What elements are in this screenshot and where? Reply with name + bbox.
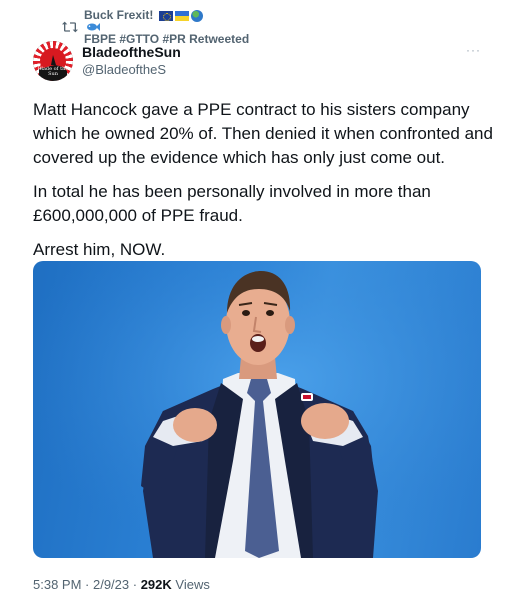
tweet-date[interactable]: 2/9/23 — [93, 577, 129, 592]
right-hand — [301, 403, 349, 439]
tweet-paragraph: Matt Hancock gave a PPE contract to his … — [33, 100, 493, 167]
ukraine-flag-icon — [174, 10, 189, 21]
retweet-label: Buck Frexit! FBPE #GTTO #PR Retweeted — [84, 8, 249, 46]
meta-separator: · — [81, 577, 93, 592]
author-handle[interactable]: @BladeoftheS — [82, 62, 166, 77]
left-hand — [173, 408, 217, 442]
tweet-paragraph: In total he has been personally involved… — [33, 182, 431, 225]
globe-icon — [190, 9, 203, 22]
avatar-text: Blade of the Sun — [37, 66, 69, 77]
tweet-photo[interactable] — [33, 261, 481, 558]
meta-separator: · — [129, 577, 141, 592]
more-options-icon[interactable]: ··· — [466, 43, 481, 57]
retweet-header[interactable]: Buck Frexit! FBPE #GTTO #PR Retweeted — [62, 8, 249, 46]
avatar[interactable]: Blade of the Sun — [33, 41, 73, 81]
fish-icon — [87, 23, 100, 31]
retweet-icon — [62, 21, 78, 33]
photo-illustration — [33, 261, 481, 558]
tweet-paragraph: Arrest him, NOW. — [33, 240, 166, 259]
views-count[interactable]: 292K — [141, 577, 172, 592]
tweet-meta: 5:38 PM · 2/9/23 · 292K Views — [33, 577, 210, 592]
views-label: Views — [171, 577, 210, 592]
eu-flag-icon — [158, 10, 173, 21]
tweet-text: Matt Hancock gave a PPE contract to his … — [33, 98, 493, 272]
retweeter-name[interactable]: Buck Frexit! — [84, 8, 153, 22]
author-display-name[interactable]: BladeoftheSun — [82, 44, 181, 60]
tweet-time[interactable]: 5:38 PM — [33, 577, 81, 592]
